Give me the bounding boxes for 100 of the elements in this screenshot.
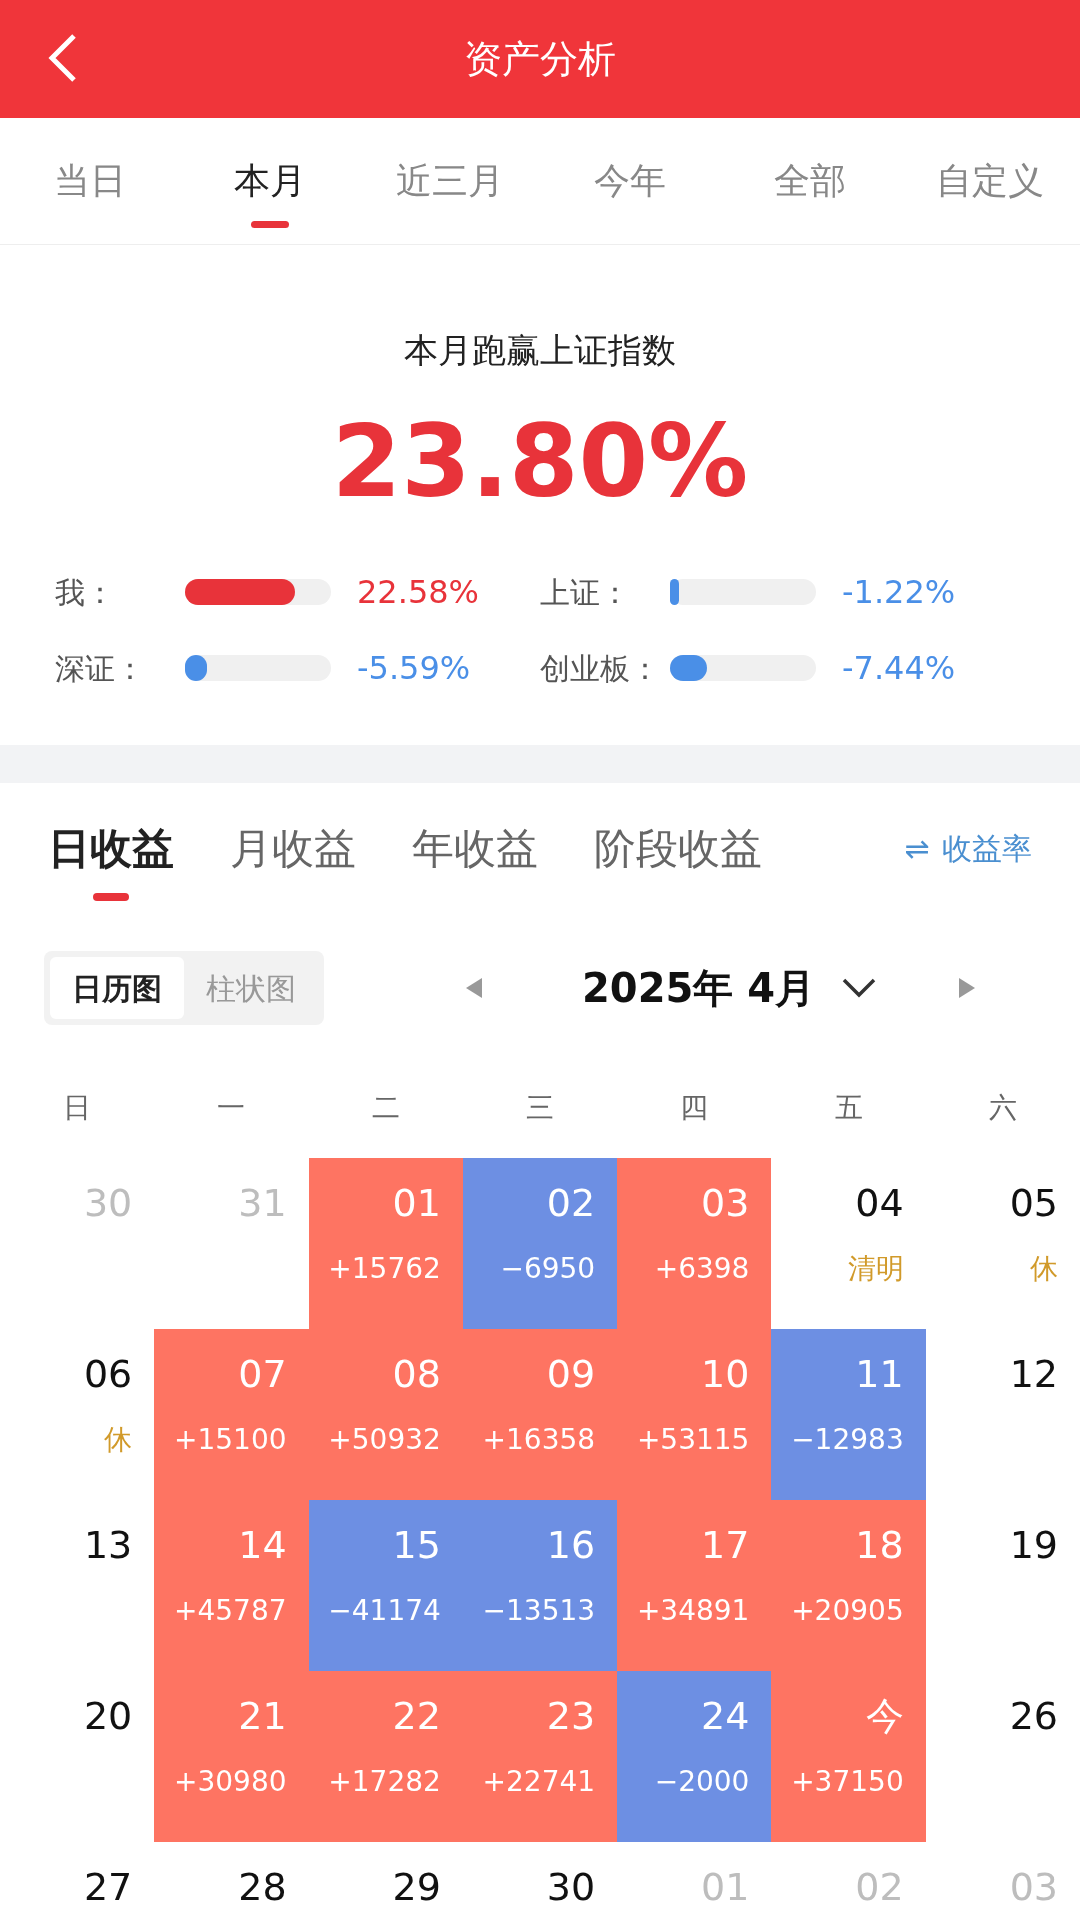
day-number: 09 bbox=[546, 1355, 596, 1393]
day-amount: −13513 bbox=[482, 1593, 596, 1629]
calendar-day[interactable]: 今 +37150 bbox=[771, 1671, 926, 1842]
day-number: 今 bbox=[865, 1697, 904, 1735]
day-number: 03 bbox=[1009, 1868, 1058, 1906]
calendar-day[interactable]: 03 +6398 bbox=[617, 1158, 772, 1329]
income-tab[interactable]: 月收益 bbox=[230, 783, 356, 913]
day-number: 29 bbox=[392, 1868, 441, 1906]
previous-month-icon[interactable] bbox=[464, 976, 484, 1000]
comparison-value: 22.58% bbox=[357, 572, 479, 613]
day-number: 16 bbox=[546, 1526, 596, 1564]
swap-icon: ⇌ bbox=[904, 825, 930, 871]
day-amount: +50932 bbox=[328, 1422, 441, 1458]
income-tab[interactable]: 阶段收益 bbox=[594, 783, 762, 913]
day-number: 13 bbox=[83, 1526, 133, 1564]
day-number: 07 bbox=[238, 1355, 287, 1393]
day-number: 28 bbox=[238, 1868, 287, 1906]
calendar-day[interactable]: 22 +17282 bbox=[308, 1671, 463, 1842]
day-number: 12 bbox=[1009, 1355, 1058, 1393]
comparison-value: -1.22% bbox=[842, 572, 956, 613]
day-amount: +15100 bbox=[174, 1422, 287, 1458]
day-number: 18 bbox=[855, 1526, 904, 1564]
comparison-label: 上证： bbox=[540, 573, 631, 612]
calendar-day[interactable]: 08 +50932 bbox=[308, 1329, 463, 1500]
period-tab[interactable]: 本月 bbox=[180, 118, 360, 244]
dropdown-icon[interactable] bbox=[841, 977, 878, 999]
weekday-label: 三 bbox=[526, 1090, 554, 1126]
day-number: 31 bbox=[238, 1184, 287, 1222]
weekday-label: 六 bbox=[988, 1090, 1017, 1126]
day-number: 21 bbox=[238, 1697, 287, 1735]
holiday-label: 休 bbox=[104, 1422, 133, 1458]
comparison-label: 我： bbox=[55, 573, 116, 612]
day-amount: +34891 bbox=[636, 1593, 750, 1629]
calendar-day[interactable]: 17 +34891 bbox=[617, 1500, 772, 1671]
day-number: 04 bbox=[855, 1184, 904, 1222]
calendar-day[interactable]: 10 +53115 bbox=[617, 1329, 772, 1500]
calendar-day[interactable]: 15 −41174 bbox=[308, 1500, 463, 1671]
calendar-day[interactable]: 09 +16358 bbox=[462, 1329, 618, 1500]
day-number: 27 bbox=[83, 1868, 133, 1906]
page-title: 资产分析 bbox=[464, 35, 616, 83]
day-amount: +6398 bbox=[654, 1251, 750, 1287]
weekday-label: 二 bbox=[371, 1090, 400, 1126]
day-number: 23 bbox=[546, 1697, 596, 1735]
period-tab[interactable]: 当日 bbox=[0, 118, 180, 244]
comparison-value: -7.44% bbox=[842, 648, 956, 689]
calendar-day[interactable]: 16 −13513 bbox=[462, 1500, 618, 1671]
period-tab[interactable]: 自定义 bbox=[900, 118, 1080, 244]
day-amount: +30980 bbox=[174, 1764, 287, 1800]
day-number: 30 bbox=[546, 1868, 596, 1906]
calendar-day[interactable]: 02 −6950 bbox=[462, 1158, 618, 1329]
day-number: 30 bbox=[83, 1184, 133, 1222]
day-number: 19 bbox=[1009, 1526, 1058, 1564]
day-number: 26 bbox=[1009, 1697, 1058, 1735]
day-number: 06 bbox=[83, 1355, 133, 1393]
active-tab-indicator bbox=[251, 221, 289, 228]
holiday-label: 清明 bbox=[847, 1251, 904, 1287]
income-tab[interactable]: 年收益 bbox=[412, 783, 538, 913]
day-number: 08 bbox=[392, 1355, 441, 1393]
day-number: 03 bbox=[701, 1184, 750, 1222]
calendar-day[interactable]: 11 −12983 bbox=[771, 1329, 926, 1500]
period-tab[interactable]: 全部 bbox=[720, 118, 900, 244]
day-amount: +37150 bbox=[791, 1764, 904, 1800]
view-option[interactable]: 日历图 bbox=[50, 957, 184, 1019]
day-number: 02 bbox=[546, 1184, 596, 1222]
period-tab[interactable]: 今年 bbox=[540, 118, 720, 244]
calendar-day[interactable]: 21 +30980 bbox=[154, 1671, 309, 1842]
day-number: 22 bbox=[392, 1697, 441, 1735]
weekday-label: 日 bbox=[63, 1090, 92, 1126]
calendar-day[interactable]: 23 +22741 bbox=[462, 1671, 618, 1842]
day-amount: −41174 bbox=[328, 1593, 441, 1629]
calendar-day[interactable]: 18 +20905 bbox=[771, 1500, 926, 1671]
day-number: 24 bbox=[701, 1697, 750, 1735]
day-number: 05 bbox=[1009, 1184, 1058, 1222]
day-amount: +17282 bbox=[328, 1764, 441, 1800]
comparison-label: 创业板： bbox=[540, 649, 661, 688]
view-option[interactable]: 柱状图 bbox=[184, 957, 318, 1019]
comparison-label: 深证： bbox=[55, 649, 146, 688]
day-number: 10 bbox=[701, 1355, 750, 1393]
day-amount: −2000 bbox=[654, 1764, 750, 1800]
day-amount: −12983 bbox=[791, 1422, 904, 1458]
rate-toggle[interactable]: ⇌ 收益率 bbox=[904, 825, 1032, 871]
calendar-day[interactable]: 14 +45787 bbox=[154, 1500, 309, 1671]
summary-value: 23.80% bbox=[331, 412, 749, 512]
calendar-day[interactable]: 07 +15100 bbox=[154, 1329, 309, 1500]
day-amount: +20905 bbox=[791, 1593, 904, 1629]
calendar-day[interactable]: 01 +15762 bbox=[308, 1158, 463, 1329]
calendar-day[interactable]: 24 −2000 bbox=[617, 1671, 772, 1842]
day-number: 11 bbox=[855, 1355, 904, 1393]
period-tab[interactable]: 近三月 bbox=[360, 118, 540, 244]
holiday-label: 休 bbox=[1030, 1251, 1058, 1287]
weekday-label: 五 bbox=[834, 1090, 863, 1126]
day-amount: +45787 bbox=[174, 1593, 287, 1629]
day-amount: +16358 bbox=[482, 1422, 596, 1458]
day-amount: +53115 bbox=[636, 1422, 750, 1458]
day-number: 20 bbox=[83, 1697, 133, 1735]
comparison-value: -5.59% bbox=[357, 648, 471, 689]
day-number: 01 bbox=[701, 1868, 750, 1906]
day-amount: −6950 bbox=[500, 1251, 596, 1287]
income-tab[interactable]: 日收益 bbox=[48, 783, 174, 913]
day-number: 02 bbox=[855, 1868, 904, 1906]
